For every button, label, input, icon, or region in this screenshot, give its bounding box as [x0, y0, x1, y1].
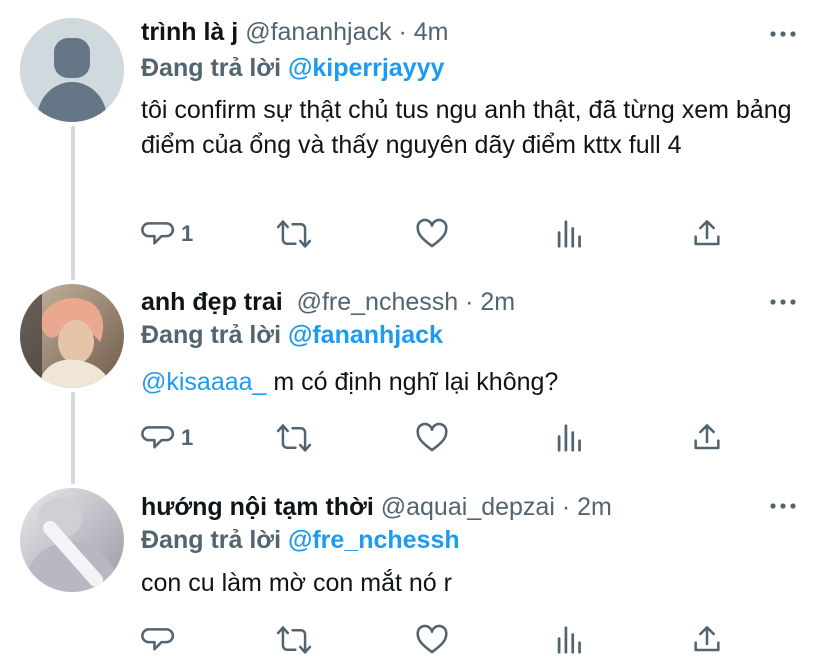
tweet-header: hướng nội tạm thời @aquai_depzai · 2m [141, 491, 612, 523]
more-options-button[interactable] [768, 496, 798, 516]
separator-dot: · [465, 288, 474, 316]
tweet-text: con cu làm mờ con mắt nó r [141, 566, 801, 601]
retweet-icon [276, 424, 312, 452]
replying-to-label: Đang trả lời [141, 526, 282, 554]
display-name[interactable]: anh đẹp trai [141, 288, 283, 316]
tweet-body: con cu làm mờ con mắt nó r [141, 569, 452, 597]
more-options-button[interactable] [768, 24, 798, 44]
default-avatar-icon [20, 18, 124, 122]
display-name[interactable]: trình là j [141, 18, 238, 46]
like-button[interactable] [415, 622, 449, 658]
bar-chart-icon [557, 424, 581, 452]
reply-count: 1 [181, 221, 194, 246]
retweet-button[interactable] [276, 420, 312, 456]
action-bar: 1 [141, 420, 761, 456]
reply-button[interactable]: 1 [141, 420, 193, 456]
speech-bubble-icon [141, 222, 175, 245]
reply-button[interactable]: 1 [141, 216, 193, 252]
share-icon [694, 424, 720, 450]
more-options-button[interactable] [768, 292, 798, 312]
replying-to: Đang trả lời @fananhjack [141, 319, 443, 351]
heart-icon [416, 624, 448, 654]
more-dots-icon [770, 299, 796, 305]
bar-chart-icon [557, 626, 581, 654]
timestamp[interactable]: 4m [414, 18, 449, 46]
speech-bubble-icon [141, 628, 175, 651]
retweet-button[interactable] [276, 622, 312, 658]
heart-icon [416, 422, 448, 452]
retweet-icon [276, 220, 312, 248]
profile-photo [20, 488, 124, 592]
action-bar: 1 [141, 216, 761, 252]
speech-bubble-icon [141, 426, 175, 449]
more-dots-icon [770, 503, 796, 509]
handle[interactable]: @fre_nchessh [297, 288, 459, 316]
tweet[interactable]: anh đẹp trai @fre_nchessh · 2m Đang trả … [0, 270, 828, 480]
action-bar [141, 622, 761, 658]
share-icon [694, 626, 720, 652]
heart-icon [416, 218, 448, 248]
timestamp[interactable]: 2m [480, 288, 515, 316]
bar-chart-icon [557, 220, 581, 248]
replying-to-mention[interactable]: @fre_nchessh [288, 526, 460, 554]
share-button[interactable] [691, 420, 723, 456]
replying-to: Đang trả lời @kiperrjayyy [141, 52, 444, 84]
like-button[interactable] [415, 420, 449, 456]
replying-to-mention[interactable]: @kiperrjayyy [288, 54, 444, 82]
views-button[interactable] [555, 216, 585, 252]
tweet-mention[interactable]: @kisaaaa_ [141, 368, 266, 396]
tweet-header: trình là j @fananhjack · 4m [141, 16, 448, 48]
tweet[interactable]: hướng nội tạm thời @aquai_depzai · 2m Đa… [0, 480, 828, 669]
tweet-body: m có định nghĩ lại không? [273, 368, 559, 396]
display-name[interactable]: hướng nội tạm thời [141, 493, 374, 521]
tweet-body: tôi confirm sự thật chủ tus ngu anh thật… [141, 96, 792, 159]
separator-dot: · [398, 18, 407, 46]
share-button[interactable] [691, 216, 723, 252]
more-dots-icon [770, 31, 796, 37]
share-icon [694, 220, 720, 246]
tweet-text: tôi confirm sự thật chủ tus ngu anh thật… [141, 93, 801, 163]
handle[interactable]: @aquai_depzai [381, 493, 555, 521]
tweet-text: @kisaaaa_ m có định nghĩ lại không? [141, 365, 801, 400]
tweet-header: anh đẹp trai @fre_nchessh · 2m [141, 286, 515, 318]
share-button[interactable] [691, 622, 723, 658]
timestamp[interactable]: 2m [577, 493, 612, 521]
reply-button[interactable] [141, 622, 181, 658]
replying-to: Đang trả lời @fre_nchessh [141, 524, 460, 556]
replying-to-mention[interactable]: @fananhjack [288, 321, 443, 349]
retweet-button[interactable] [276, 216, 312, 252]
separator-dot: · [561, 493, 571, 521]
replying-to-label: Đang trả lời [141, 54, 282, 82]
like-button[interactable] [415, 216, 449, 252]
avatar[interactable] [20, 488, 124, 592]
reply-count: 1 [181, 425, 194, 450]
retweet-icon [276, 626, 312, 654]
avatar[interactable] [20, 284, 124, 388]
avatar[interactable] [20, 18, 124, 122]
views-button[interactable] [555, 420, 585, 456]
views-button[interactable] [555, 622, 585, 658]
tweet[interactable]: trình là j @fananhjack · 4m Đang trả lời… [0, 0, 828, 270]
handle[interactable]: @fananhjack [245, 18, 391, 46]
replying-to-label: Đang trả lời [141, 321, 282, 349]
profile-photo [20, 284, 124, 388]
